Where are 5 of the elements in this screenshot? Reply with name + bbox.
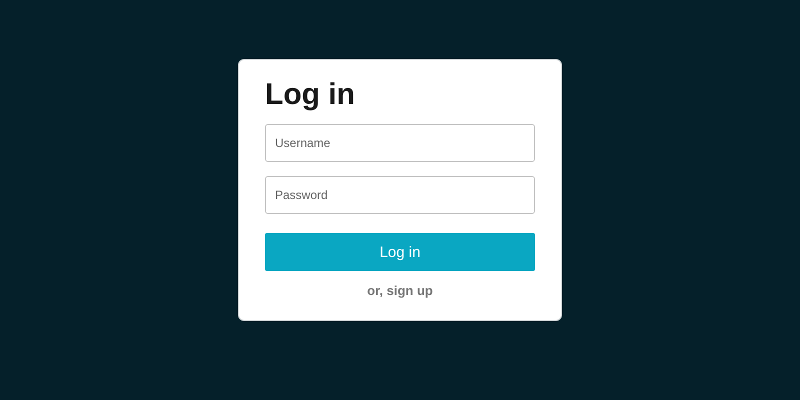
password-field[interactable]: Password	[265, 176, 535, 214]
username-field[interactable]: Username	[265, 124, 535, 162]
login-button[interactable]: Log in	[265, 233, 535, 271]
login-title: Log in	[265, 77, 356, 113]
sign-up-link[interactable]: or, sign up	[367, 283, 433, 298]
